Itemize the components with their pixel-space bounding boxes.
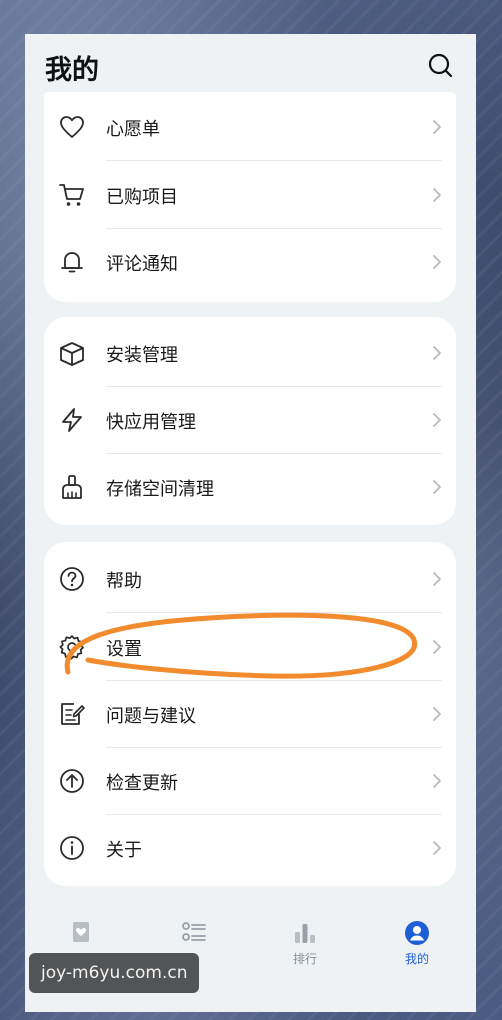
annotation-circle — [64, 612, 418, 679]
watermark: joy-m6yu.com.cn — [29, 953, 200, 993]
